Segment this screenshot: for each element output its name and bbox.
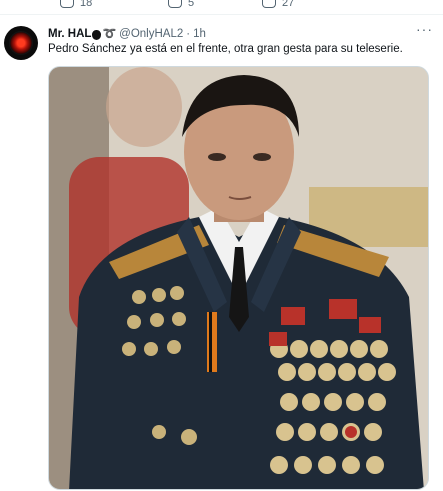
reply-icon xyxy=(60,0,74,8)
military-portrait-image xyxy=(49,67,428,489)
ring-emoji-icon: ➰ xyxy=(102,28,117,40)
like-count: 27 xyxy=(282,0,295,9)
retweet-count: 5 xyxy=(188,0,195,9)
author-name[interactable]: Mr. HAL xyxy=(48,28,91,40)
like-action[interactable]: 27 xyxy=(262,0,294,9)
avatar[interactable] xyxy=(4,26,38,60)
tweet-header: Mr. HAL ➰ @OnlyHAL2 · 1h xyxy=(48,27,206,41)
retweet-action[interactable]: 5 xyxy=(168,0,194,9)
tweet-actions-bar: 18 5 27 xyxy=(0,0,443,15)
more-options-icon[interactable]: ··· xyxy=(416,21,433,37)
author-handle[interactable]: @OnlyHAL2 xyxy=(119,28,183,40)
hal-eye-icon xyxy=(9,31,33,55)
heart-icon xyxy=(262,0,276,8)
separator: · xyxy=(186,27,191,40)
timestamp[interactable]: 1h xyxy=(193,28,206,40)
reply-count: 18 xyxy=(80,0,93,9)
tweet-image[interactable] xyxy=(48,66,429,490)
tweet[interactable]: Mr. HAL ➰ @OnlyHAL2 · 1h ··· Pedro Sánch… xyxy=(0,15,443,491)
apple-emoji-icon xyxy=(92,29,102,40)
retweet-icon xyxy=(168,0,182,8)
tweet-text: Pedro Sánchez ya está en el frente, otra… xyxy=(48,43,403,55)
reply-action[interactable]: 18 xyxy=(60,0,92,9)
